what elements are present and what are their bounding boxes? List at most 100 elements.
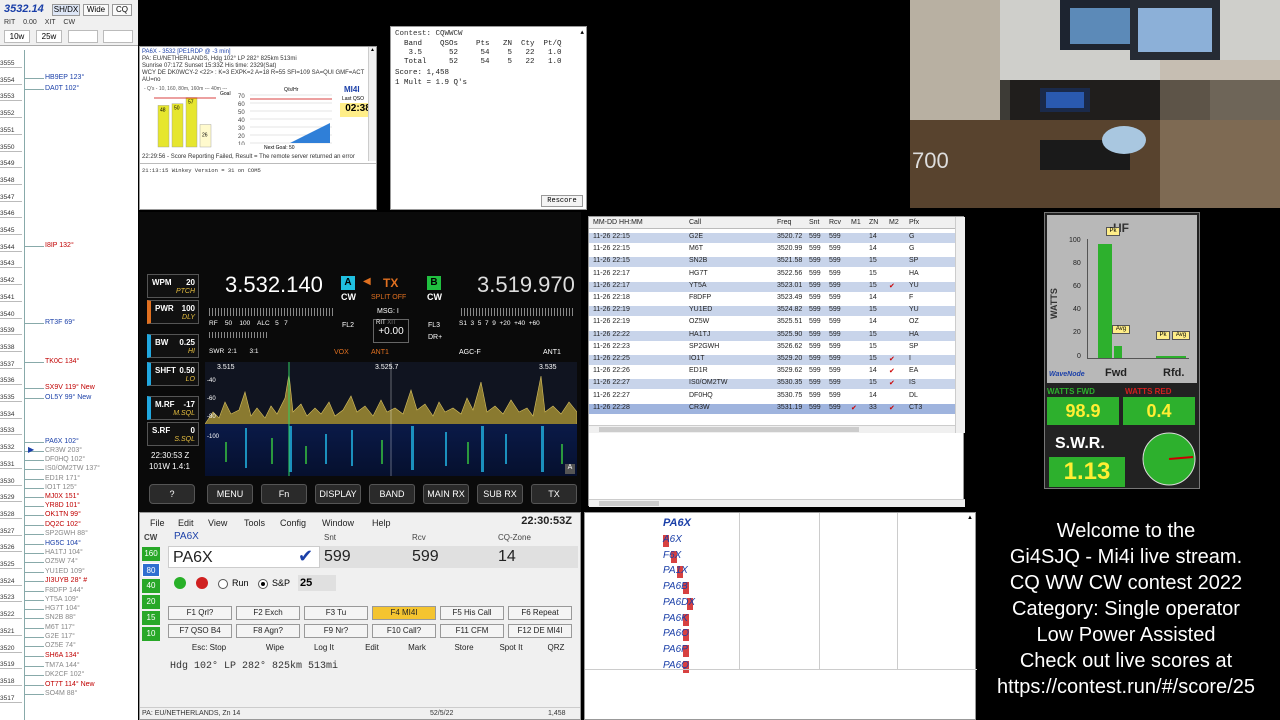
bandmap-spot[interactable]: OZ5E 74°	[45, 642, 76, 649]
bandmap-spot[interactable]: SH6A 134°	[45, 652, 79, 659]
action-edit[interactable]: Edit	[352, 642, 392, 656]
fkey-6[interactable]: F6 Repeat	[508, 606, 572, 620]
bandmap-spot[interactable]: DF0HQ 102°	[45, 456, 85, 463]
check-item[interactable]: PA1X	[663, 565, 688, 576]
action-log-it[interactable]: Log It	[300, 642, 348, 656]
power-25w-button[interactable]: 25w	[36, 30, 62, 43]
blank-button[interactable]	[68, 30, 98, 43]
bandmap-spot[interactable]: I8IP 132°	[45, 242, 74, 249]
col-m2[interactable]: M2	[889, 219, 899, 226]
col-datetime[interactable]: MM-DD HH:MM	[593, 219, 643, 226]
snt-input[interactable]: 599	[320, 546, 408, 568]
action-store[interactable]: Store	[442, 642, 486, 656]
table-row[interactable]: 11-26 22:28 CR3W 3531.19 599 599 ✔ 33 ✔ CT3	[589, 403, 955, 414]
log-hscroll[interactable]	[589, 425, 955, 433]
bandmap-spot[interactable]: IO1T 125°	[45, 484, 77, 491]
help-button[interactable]: ?	[149, 484, 195, 504]
menu-config[interactable]: Config	[280, 518, 306, 528]
bandmap-spot[interactable]: M6T 117°	[45, 624, 75, 631]
col-rcv[interactable]: Rcv	[829, 219, 841, 226]
bandmap-spot[interactable]: DA0T 102°	[45, 85, 79, 92]
bandmap-spot[interactable]: HA1TJ 104°	[45, 549, 83, 556]
action-mark[interactable]: Mark	[396, 642, 438, 656]
check-item[interactable]: PA6DX	[663, 597, 695, 608]
table-row[interactable]: 11-26 22:17 HG7T 3522.56 599 599 15 HA	[589, 270, 955, 280]
bandmap-spot[interactable]: ED1R 171°	[45, 475, 80, 482]
band-button[interactable]: BAND	[369, 484, 415, 504]
run-radio[interactable]	[218, 579, 228, 589]
bandmap-spot[interactable]: YR8D 101°	[45, 502, 80, 509]
shdx-button[interactable]: SH/DX	[52, 4, 80, 16]
fkey-8[interactable]: F8 Agn?	[236, 624, 300, 638]
bandmap-spot[interactable]: OL5Y 99° New	[45, 394, 91, 401]
menu-tools[interactable]: Tools	[244, 518, 265, 528]
band-80[interactable]: 80	[142, 563, 160, 577]
table-row[interactable]: 11-26 22:19 YU1ED 3524.82 599 599 15 YU	[589, 306, 955, 317]
table-row[interactable]: 11-26 22:26 ED1R 3529.62 599 599 14 ✔ EA	[589, 367, 955, 377]
check-item[interactable]: A6X	[663, 534, 682, 545]
bandmap-spot[interactable]: YT5A 109°	[45, 596, 79, 603]
col-m1[interactable]: M1	[851, 219, 861, 226]
table-row[interactable]: 11-26 22:15 G2E 3520.72 599 599 14 G	[589, 233, 955, 243]
band-20[interactable]: 20	[142, 595, 160, 609]
fkey-10[interactable]: F10 Call?	[372, 624, 436, 638]
bandmap-spot[interactable]: CR3W 203°	[45, 447, 82, 454]
main-rx-button[interactable]: MAIN RX	[423, 484, 469, 504]
bandmap-spot[interactable]: OT7T 114° New	[45, 681, 95, 688]
rcv-input[interactable]: 599	[408, 546, 494, 568]
tx-button[interactable]: TX	[531, 484, 577, 504]
fkey-3[interactable]: F3 Tu	[304, 606, 368, 620]
menu-view[interactable]: View	[208, 518, 227, 528]
bandmap-spot[interactable]: TK0C 134°	[45, 358, 79, 365]
action-wipe[interactable]: Wipe	[254, 642, 296, 656]
menu-help[interactable]: Help	[372, 518, 391, 528]
sp-radio[interactable]	[258, 579, 268, 589]
band-15[interactable]: 15	[142, 611, 160, 625]
bw-block[interactable]: BW 0.25 HI	[147, 334, 199, 358]
bandmap-spot[interactable]: YU1ED 109°	[45, 568, 85, 575]
sub-rx-button[interactable]: SUB RX	[477, 484, 523, 504]
check-item[interactable]: PA6B	[663, 581, 688, 592]
bandmap-spot[interactable]: MJ0X 151°	[45, 493, 79, 500]
check-item[interactable]: PA6K	[663, 613, 688, 624]
band-10[interactable]: 10	[142, 627, 160, 641]
bandmap-spot[interactable]: SP2GWH 88°	[45, 530, 88, 537]
bandmap-spot[interactable]: HB9EP 123°	[45, 74, 84, 81]
band-160[interactable]: 160	[142, 547, 160, 561]
srf-block[interactable]: S.RF 0 S.SQL	[147, 422, 199, 446]
col-snt[interactable]: Snt	[809, 219, 820, 226]
wpm-block[interactable]: WPM 20 PTCH	[147, 274, 199, 298]
score-scroll-icon[interactable]: ▲	[580, 29, 584, 36]
col-pfx[interactable]: Pfx	[909, 219, 919, 226]
bandmap-spot[interactable]: DK2CF 102°	[45, 671, 84, 678]
fkey-9[interactable]: F9 Nr?	[304, 624, 368, 638]
scroll-up-icon[interactable]: ▲	[369, 47, 376, 53]
bandmap-spot[interactable]: DQ2C 102°	[45, 521, 81, 528]
fkey-7[interactable]: F7 QSO B4	[168, 624, 232, 638]
rescore-button[interactable]: Rescore	[541, 195, 583, 207]
check-scroll-icon[interactable]: ▲	[967, 515, 973, 521]
menu-window[interactable]: Window	[322, 518, 354, 528]
speed-stepper[interactable]: 25	[298, 575, 336, 591]
pwr-block[interactable]: PWR 100 DLY	[147, 300, 199, 324]
table-row[interactable]: 11-26 22:22 HA1TJ 3525.90 599 599 15 HA	[589, 330, 955, 341]
col-call[interactable]: Call	[689, 219, 701, 226]
bandmap-spot[interactable]: SN2B 88°	[45, 614, 76, 621]
mrf-block[interactable]: M.RF -17 M.SQL	[147, 396, 199, 420]
info-scrollbar[interactable]: ▲	[368, 47, 376, 161]
band-40[interactable]: 40	[142, 579, 160, 593]
col-freq[interactable]: Freq	[777, 219, 791, 226]
bandmap-spot[interactable]: G2E 117°	[45, 633, 75, 640]
table-row[interactable]: 11-26 22:19 OZ5W 3525.51 599 599 14 OZ	[589, 318, 955, 328]
bandmap-spot[interactable]: RT3F 69°	[45, 319, 75, 326]
bandmap-spot[interactable]: SX9V 119° New	[45, 384, 95, 391]
menu-file[interactable]: File	[150, 518, 165, 528]
log-vscroll[interactable]	[955, 217, 965, 433]
bandmap-spot[interactable]: OZ5W 74°	[45, 558, 78, 565]
fkey-11[interactable]: F11 CFM	[440, 624, 504, 638]
bandmap-spot[interactable]: IS0/OM2TW 137°	[45, 465, 100, 472]
fkey-12[interactable]: F12 DE MI4I	[508, 624, 572, 638]
bandmap-spot[interactable]: PA6X 102°	[45, 438, 79, 445]
bandmap-spot[interactable]: HG5C 104°	[45, 540, 81, 547]
table-row[interactable]: 11-26 22:25 IO1T 3529.20 599 599 15 ✔ I	[589, 355, 955, 365]
